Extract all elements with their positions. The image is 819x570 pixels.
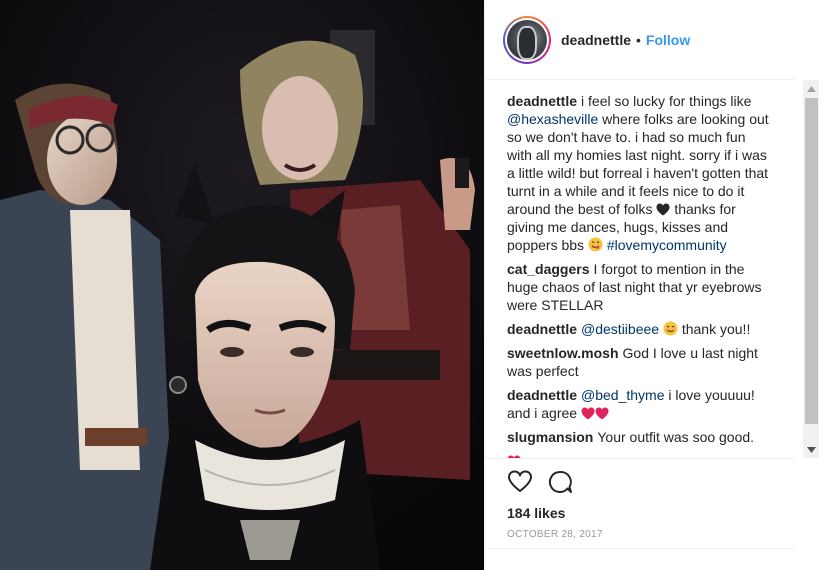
avatar-frame bbox=[505, 17, 549, 62]
comment-username[interactable]: deadnettle bbox=[507, 321, 577, 337]
post-photo-illustration bbox=[0, 0, 484, 570]
separator-dot: • bbox=[636, 31, 641, 48]
comment-username[interactable]: slugmansion bbox=[507, 429, 593, 445]
follow-button[interactable]: Follow bbox=[646, 32, 690, 48]
comment-bubble-icon[interactable] bbox=[547, 469, 573, 495]
comment-mention-link[interactable]: @hexasheville bbox=[507, 111, 598, 127]
post-actions: 184 likes OCTOBER 28, 2017 bbox=[485, 458, 795, 548]
comments-scrollbar[interactable] bbox=[803, 80, 819, 458]
red-heart-emoji-icon bbox=[581, 405, 595, 421]
action-icons bbox=[507, 469, 573, 495]
comment-item: cat_daggers I forgot to mention in the hu… bbox=[507, 260, 773, 314]
likes-count[interactable]: 184 likes bbox=[507, 505, 565, 521]
smile-face-emoji-icon bbox=[663, 321, 678, 337]
comment-item: sweetnlow.mosh God I love u last night wa… bbox=[507, 344, 773, 380]
comment-hashtag-link[interactable]: #lovemycommunity bbox=[607, 237, 727, 253]
comment-mention-link[interactable]: @bed_thyme bbox=[581, 387, 664, 403]
scroll-down-arrow-icon[interactable] bbox=[803, 441, 819, 458]
post-detail-panel: deadnettle • Follow deadnettle i feel so … bbox=[484, 0, 819, 570]
comment-text: thank you!! bbox=[677, 321, 751, 337]
comment-text: Your outfit was soo good. bbox=[597, 429, 755, 445]
post-photo[interactable] bbox=[0, 0, 484, 570]
story-ring[interactable] bbox=[503, 15, 551, 64]
red-heart-emoji-icon bbox=[595, 405, 609, 421]
post-date[interactable]: OCTOBER 28, 2017 bbox=[507, 529, 603, 540]
heart-outline-icon[interactable] bbox=[507, 469, 533, 495]
comment-username[interactable]: deadnettle bbox=[507, 387, 577, 403]
comment-item: deadnettle @bed_thyme i love youuuu! and … bbox=[507, 386, 773, 422]
comment-username[interactable]: deadnettle bbox=[507, 93, 577, 109]
comment-item: deadnettle i feel so lucky for things lik… bbox=[507, 92, 773, 254]
comment-item: slugmansion Your outfit was soo good. bbox=[507, 428, 773, 446]
comment-username[interactable]: cat_daggers bbox=[507, 261, 589, 277]
header-text: deadnettle • Follow bbox=[561, 32, 690, 48]
scroll-up-arrow-icon[interactable] bbox=[803, 80, 819, 97]
add-comment-area[interactable] bbox=[485, 548, 795, 570]
post-username[interactable]: deadnettle bbox=[561, 32, 631, 48]
black-heart-emoji-icon bbox=[656, 201, 670, 217]
comment-username[interactable]: sweetnlow.mosh bbox=[507, 345, 619, 361]
yum-face-emoji-icon bbox=[588, 237, 603, 253]
comments-list[interactable]: deadnettle i feel so lucky for things lik… bbox=[507, 92, 773, 458]
comment-item: deadnettle @destiibeee thank you!! bbox=[507, 320, 773, 338]
comment-mention-link[interactable]: @destiibeee bbox=[581, 321, 659, 337]
comment-text: i feel so lucky for things like bbox=[581, 93, 752, 109]
scroll-thumb[interactable] bbox=[805, 98, 818, 424]
post-header: deadnettle • Follow bbox=[485, 0, 795, 80]
avatar[interactable] bbox=[507, 19, 547, 60]
